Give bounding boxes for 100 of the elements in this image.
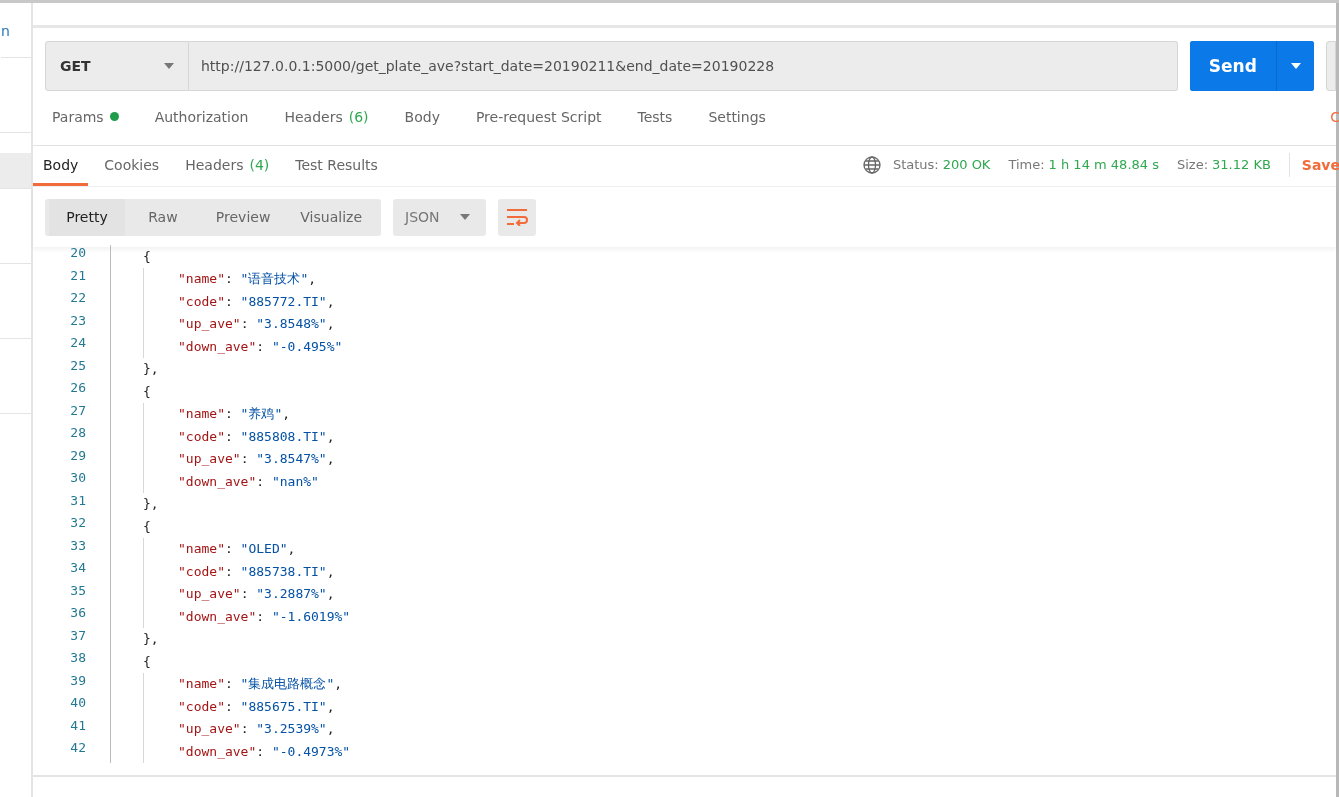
view-mode-tab[interactable]: Visualize <box>285 198 377 236</box>
view-mode-tab[interactable]: Raw <box>124 198 201 236</box>
json-key: "name" <box>178 406 225 422</box>
line-number: 22 <box>33 290 111 313</box>
line-number: 40 <box>33 695 111 718</box>
response-tab[interactable]: Cookies <box>94 146 170 186</box>
json-colon: : <box>240 451 249 467</box>
json-value: "集成电路概念" <box>240 674 335 693</box>
line-number: 21 <box>33 267 111 290</box>
json-key: "code" <box>178 428 225 444</box>
line-number: 27 <box>33 402 111 425</box>
json-key: "code" <box>178 293 225 309</box>
json-colon: : <box>256 338 265 354</box>
json-brace: }, <box>143 496 159 512</box>
response-tab[interactable]: Body <box>33 146 89 186</box>
line-number: 38 <box>33 650 111 673</box>
json-brace: }, <box>143 361 159 377</box>
json-value: "3.2887%" <box>256 586 327 602</box>
request-tab[interactable]: Body <box>404 108 440 128</box>
caret-icon <box>164 63 174 69</box>
view-mode-tab[interactable]: Preview <box>200 198 286 236</box>
json-value: "885675.TI" <box>240 698 327 714</box>
caret-icon <box>1290 63 1301 69</box>
line-number: 35 <box>33 582 111 605</box>
json-value: "885772.TI" <box>240 293 327 309</box>
tab-count: (4) <box>249 156 270 173</box>
line-number: 30 <box>33 470 111 493</box>
json-key: "code" <box>178 563 225 579</box>
format-dropdown[interactable]: JSON <box>393 198 486 236</box>
request-tab[interactable]: Settings <box>708 108 766 128</box>
line-number: 24 <box>33 335 111 358</box>
json-brace: { <box>143 383 151 399</box>
json-key: "name" <box>178 271 225 287</box>
json-value: "养鸡" <box>240 404 283 423</box>
caret-icon <box>460 214 470 220</box>
sidebar-item[interactable] <box>0 153 31 189</box>
view-mode-tab[interactable]: Pretty <box>49 198 125 236</box>
line-number: 29 <box>33 447 111 470</box>
request-tab[interactable]: Authorization <box>154 108 249 128</box>
save-dropdown-button[interactable] <box>1326 41 1336 91</box>
json-comma: , <box>326 563 335 579</box>
response-tab[interactable]: Test Results <box>285 146 388 186</box>
json-comma: , <box>326 316 335 332</box>
url-field[interactable]: http://127.0.0.1:5000/get_plate_ave?start_date=20190211&end_date=20190228 <box>189 41 1178 91</box>
json-colon: : <box>224 428 233 444</box>
json-key: "name" <box>178 541 225 557</box>
response-tab[interactable]: Headers (4) <box>175 146 280 186</box>
json-colon: : <box>224 293 233 309</box>
json-brace: }, <box>143 631 159 647</box>
json-value: "3.8548%" <box>256 316 327 332</box>
json-comma: , <box>282 406 291 422</box>
json-key: "up_ave" <box>178 586 241 602</box>
send-options-button[interactable] <box>1276 41 1315 91</box>
line-number: 26 <box>33 380 111 403</box>
json-colon: : <box>240 586 249 602</box>
request-tab[interactable]: Headers (6) <box>284 108 369 128</box>
json-colon: : <box>240 316 249 332</box>
method-dropdown[interactable]: GET <box>45 41 189 91</box>
response-meta: Time: 1 h 14 m 48.84 s <box>1008 157 1159 172</box>
json-comma: , <box>326 586 335 602</box>
json-key: "down_ave" <box>178 338 257 354</box>
json-value: "-0.4973%" <box>271 743 351 759</box>
wrap-icon <box>506 208 528 226</box>
json-brace: { <box>143 653 151 669</box>
json-comma: , <box>326 451 335 467</box>
request-tab[interactable]: Tests <box>637 108 673 128</box>
json-colon: : <box>224 271 233 287</box>
json-comma: , <box>326 721 335 737</box>
json-value: "3.2539%" <box>256 721 327 737</box>
json-key: "name" <box>178 676 225 692</box>
json-key: "code" <box>178 698 225 714</box>
save-response-button[interactable]: Save <box>1301 156 1339 173</box>
request-tab[interactable]: Params <box>52 108 119 128</box>
json-value: "-0.495%" <box>271 338 343 354</box>
json-comma: , <box>326 428 335 444</box>
json-brace: { <box>143 248 151 264</box>
json-value: "885808.TI" <box>240 428 327 444</box>
line-number: 28 <box>33 425 111 448</box>
line-number: 37 <box>33 627 111 650</box>
json-value: "OLED" <box>240 541 288 557</box>
json-value: "3.8547%" <box>256 451 327 467</box>
json-colon: : <box>224 676 233 692</box>
line-number: 39 <box>33 672 111 695</box>
json-colon: : <box>240 721 249 737</box>
cut-link[interactable]: C <box>1330 109 1339 125</box>
line-number: 34 <box>33 560 111 583</box>
wrap-lines-button[interactable] <box>498 198 536 236</box>
line-number: 36 <box>33 605 111 628</box>
json-colon: : <box>256 608 265 624</box>
json-colon: : <box>224 541 233 557</box>
globe-icon[interactable] <box>862 155 881 174</box>
json-comma: , <box>287 541 296 557</box>
json-colon: : <box>256 743 265 759</box>
json-key: "up_ave" <box>178 721 241 737</box>
json-colon: : <box>224 563 233 579</box>
json-key: "down_ave" <box>178 473 257 489</box>
request-tab[interactable]: Pre-request Script <box>475 108 602 128</box>
json-colon: : <box>256 473 265 489</box>
json-comma: , <box>326 293 335 309</box>
line-number: 31 <box>33 492 111 515</box>
